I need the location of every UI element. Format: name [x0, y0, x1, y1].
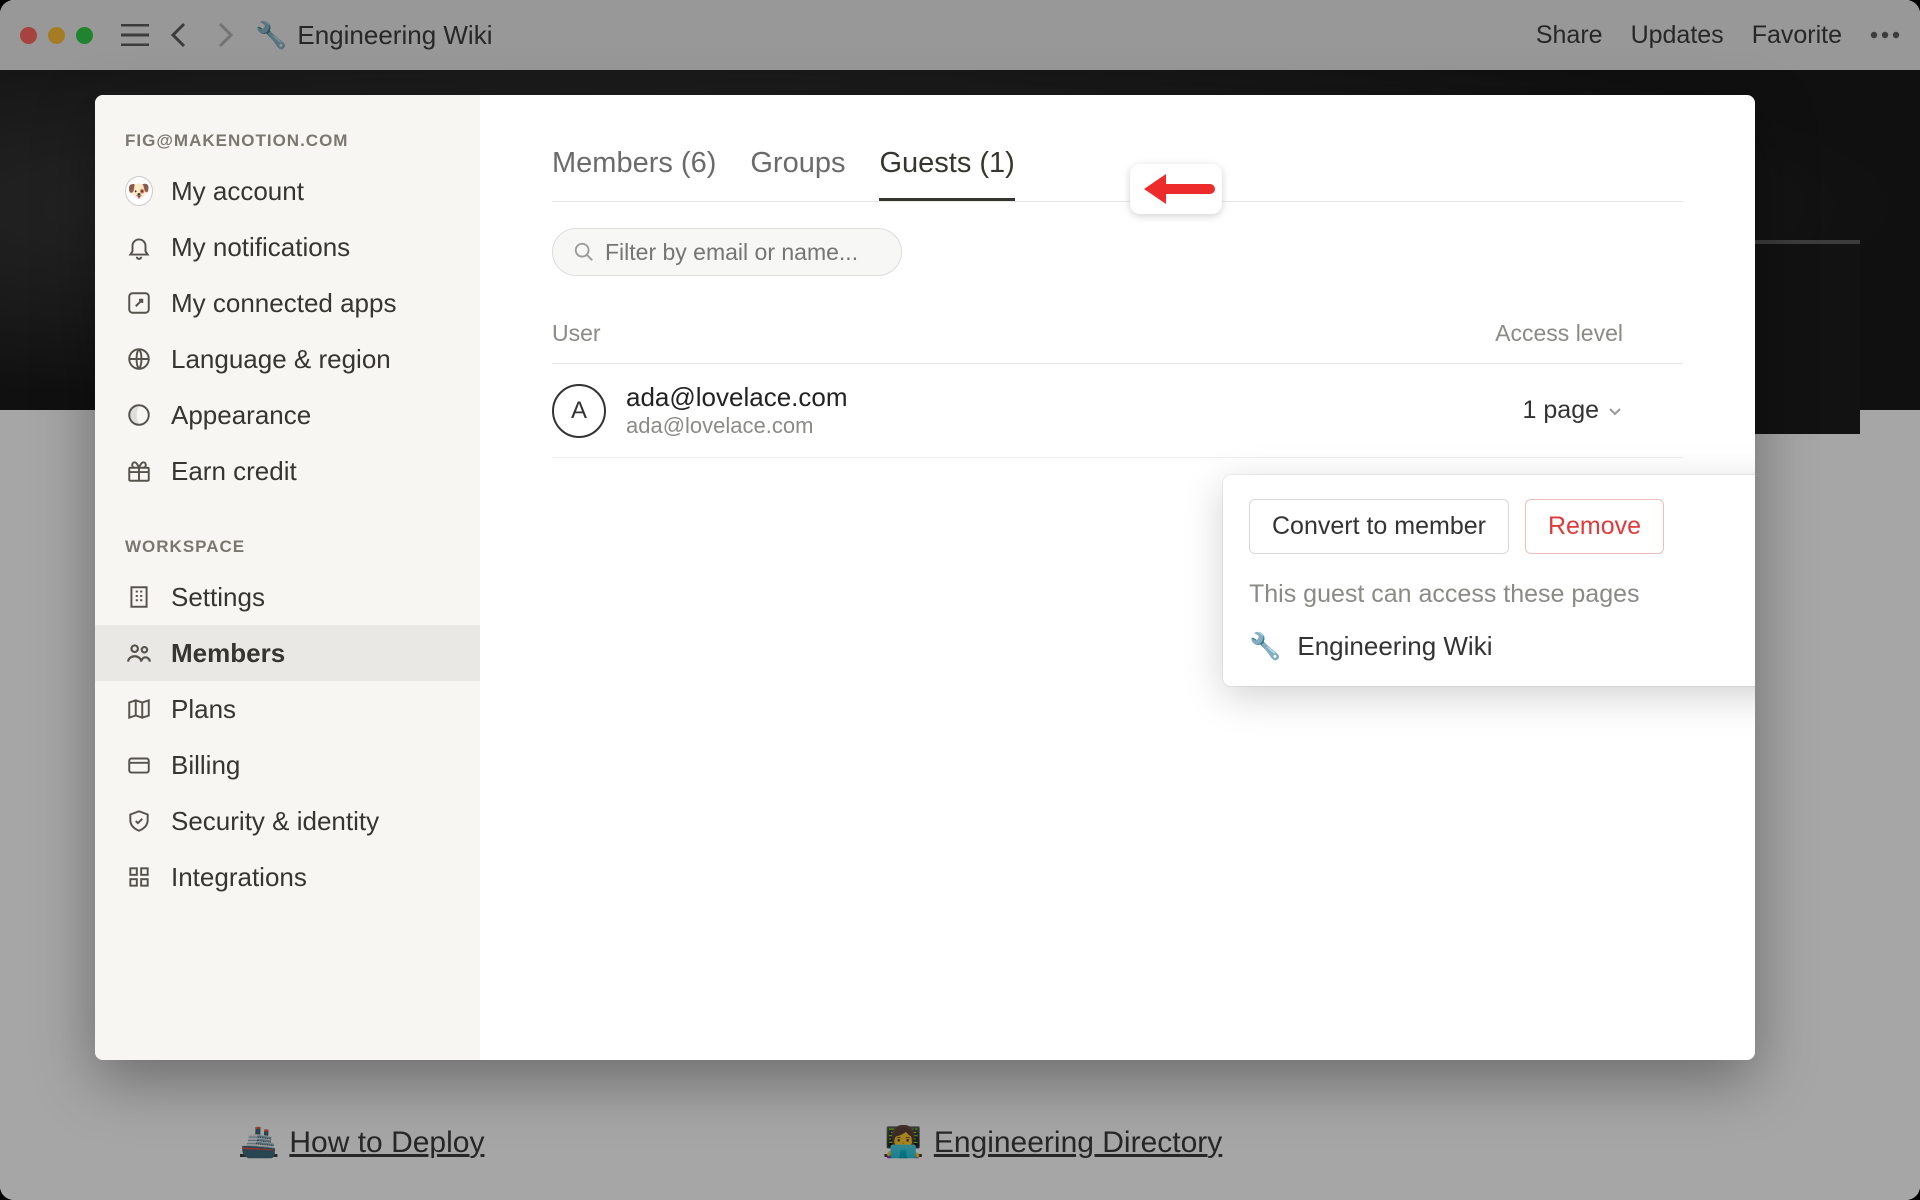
sidebar-item-label: Earn credit	[171, 456, 297, 487]
sidebar-item-label: Security & identity	[171, 806, 379, 837]
guest-info: ada@lovelace.com ada@lovelace.com	[626, 382, 1523, 439]
sidebar-item-label: Members	[171, 638, 285, 669]
globe-icon	[125, 346, 153, 372]
people-icon	[125, 640, 153, 666]
building-icon	[125, 584, 153, 610]
sidebar-item-members[interactable]: Members	[95, 625, 480, 681]
settings-sidebar: FIG@MAKENOTION.COM 🐶 My account My notif…	[95, 95, 480, 1060]
link-out-icon	[125, 290, 153, 316]
sidebar-item-label: My account	[171, 176, 304, 207]
sidebar-item-label: Plans	[171, 694, 236, 725]
sidebar-item-notifications[interactable]: My notifications	[95, 219, 480, 275]
sidebar-item-label: Language & region	[171, 344, 391, 375]
convert-to-member-button[interactable]: Convert to member	[1249, 499, 1509, 554]
guest-email: ada@lovelace.com	[626, 413, 1523, 439]
sidebar-item-label: My connected apps	[171, 288, 396, 319]
gift-icon	[125, 458, 153, 484]
sidebar-item-my-account[interactable]: 🐶 My account	[95, 163, 480, 219]
wrench-icon: 🔧	[1249, 631, 1281, 662]
sidebar-item-billing[interactable]: Billing	[95, 737, 480, 793]
settings-modal: FIG@MAKENOTION.COM 🐶 My account My notif…	[95, 95, 1755, 1060]
shield-icon	[125, 808, 153, 834]
chevron-down-icon	[1607, 403, 1623, 419]
card-icon	[125, 752, 153, 778]
avatar-icon: 🐶	[125, 176, 153, 206]
moon-icon	[125, 402, 153, 428]
sidebar-item-label: Appearance	[171, 400, 311, 431]
col-access: Access level	[1495, 320, 1683, 347]
settings-main: Members (6) Groups Guests (1) User Acces…	[480, 95, 1755, 1060]
account-section-label: FIG@MAKENOTION.COM	[95, 121, 480, 163]
bell-icon	[125, 234, 153, 260]
sidebar-item-label: Settings	[171, 582, 265, 613]
sidebar-item-label: My notifications	[171, 232, 350, 263]
accessible-page-item[interactable]: 🔧 Engineering Wiki	[1249, 631, 1755, 662]
guest-avatar: A	[552, 384, 606, 438]
tab-guests[interactable]: Guests (1)	[879, 147, 1014, 201]
app-window: 🔧 Engineering Wiki Share Updates Favorit…	[0, 0, 1920, 1200]
sidebar-item-security[interactable]: Security & identity	[95, 793, 480, 849]
sidebar-item-label: Integrations	[171, 862, 307, 893]
sidebar-item-earn-credit[interactable]: Earn credit	[95, 443, 480, 499]
sidebar-item-connected-apps[interactable]: My connected apps	[95, 275, 480, 331]
sidebar-item-plans[interactable]: Plans	[95, 681, 480, 737]
sidebar-item-language[interactable]: Language & region	[95, 331, 480, 387]
col-user: User	[552, 320, 601, 347]
tab-members[interactable]: Members (6)	[552, 147, 716, 201]
sidebar-item-appearance[interactable]: Appearance	[95, 387, 480, 443]
filter-input-wrapper[interactable]	[552, 228, 902, 276]
remove-guest-button[interactable]: Remove	[1525, 499, 1664, 554]
popover-note: This guest can access these pages	[1249, 580, 1755, 609]
tab-groups[interactable]: Groups	[750, 147, 845, 201]
sidebar-item-integrations[interactable]: Integrations	[95, 849, 480, 905]
search-icon	[573, 241, 595, 263]
guests-table-header: User Access level	[552, 320, 1683, 364]
member-tabs: Members (6) Groups Guests (1)	[552, 147, 1683, 202]
guest-access-dropdown[interactable]: 1 page	[1523, 396, 1683, 425]
sidebar-item-settings[interactable]: Settings	[95, 569, 480, 625]
grid-icon	[125, 864, 153, 890]
guest-access-popover: Convert to member Remove This guest can …	[1223, 475, 1755, 686]
guest-access-label: 1 page	[1523, 396, 1599, 425]
annotation-arrow-icon	[1130, 164, 1222, 214]
filter-input[interactable]	[605, 239, 881, 266]
guest-name: ada@lovelace.com	[626, 382, 1523, 413]
guest-row: A ada@lovelace.com ada@lovelace.com 1 pa…	[552, 364, 1683, 458]
workspace-section-label: WORKSPACE	[95, 527, 480, 569]
accessible-page-label: Engineering Wiki	[1297, 631, 1492, 662]
sidebar-item-label: Billing	[171, 750, 240, 781]
map-icon	[125, 696, 153, 722]
